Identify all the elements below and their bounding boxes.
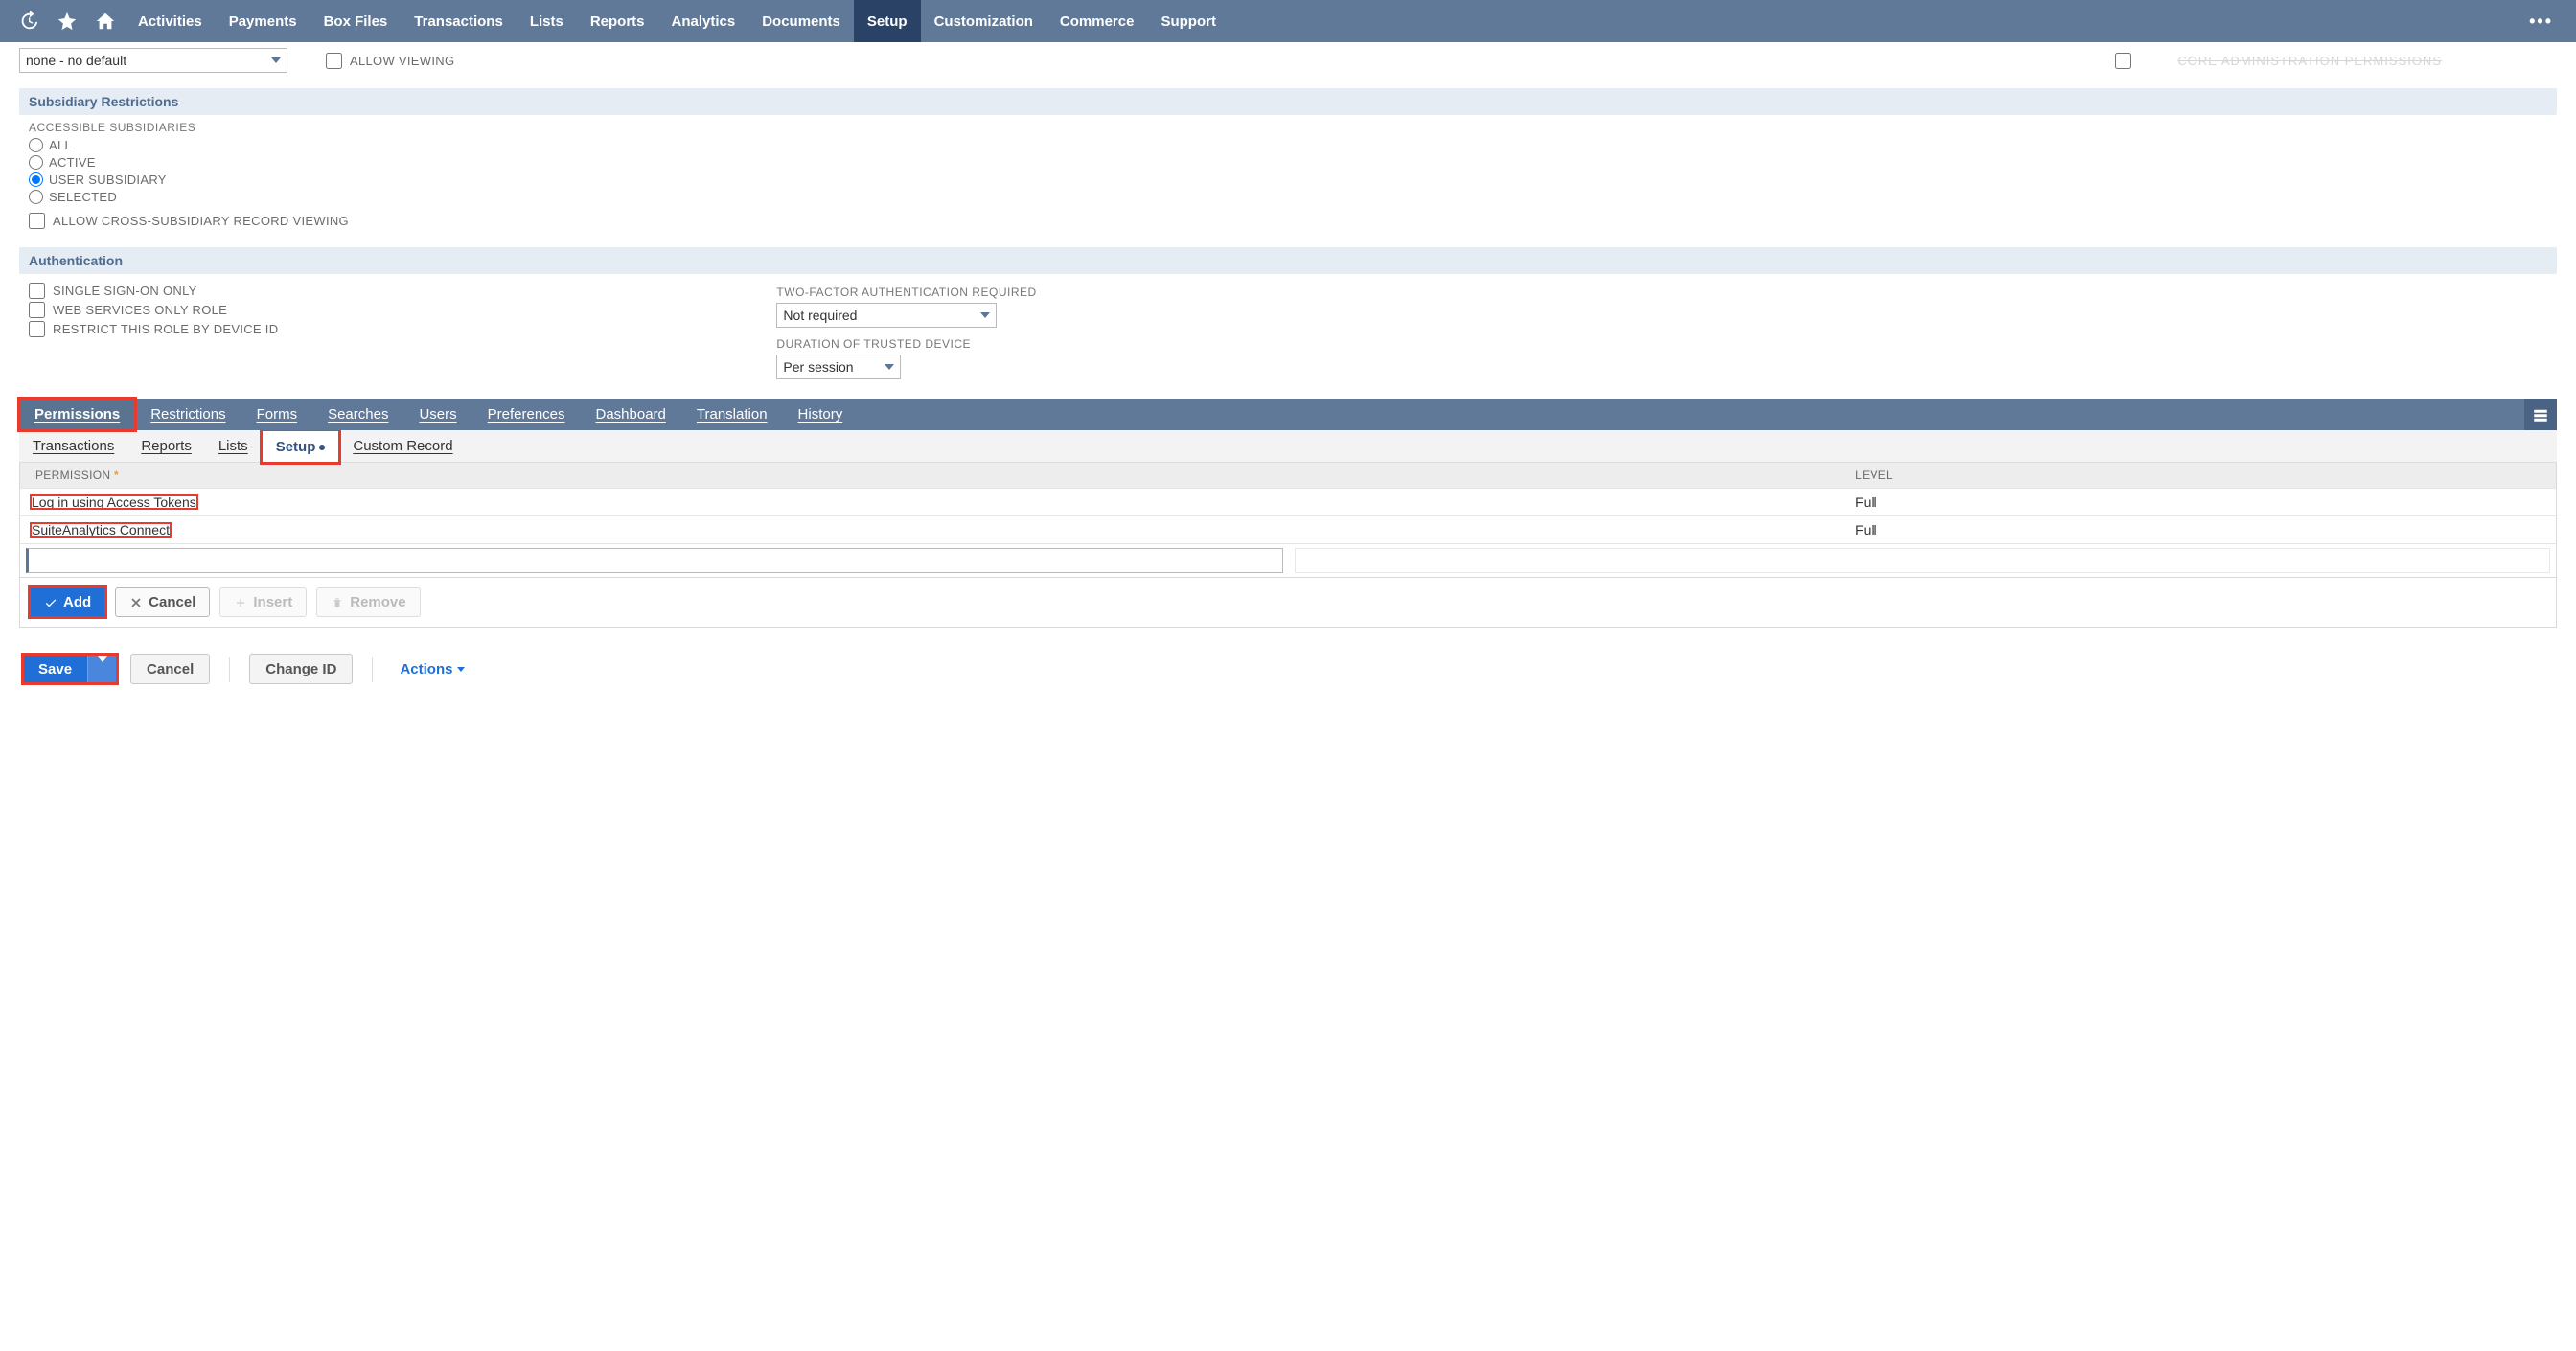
tab-permissions[interactable]: Permissions: [19, 399, 135, 430]
page-footer: Save Cancel Change ID Actions: [19, 654, 2557, 684]
save-button-group: Save: [23, 655, 117, 683]
col-permission: PERMISSION: [35, 469, 110, 482]
section-authentication: Authentication: [19, 247, 2557, 274]
level-input[interactable]: [1295, 548, 2550, 573]
save-button[interactable]: Save: [23, 655, 87, 683]
cross-subsidiary-checkbox[interactable]: ALLOW CROSS-SUBSIDIARY RECORD VIEWING: [29, 213, 349, 229]
chevron-down-icon: [980, 312, 990, 318]
subtab-setup[interactable]: Setup: [262, 430, 340, 463]
edited-dot-icon: [319, 445, 325, 450]
col-level: LEVEL: [1846, 463, 2556, 488]
webservices-only-checkbox[interactable]: WEB SERVICES ONLY ROLE: [29, 302, 278, 318]
tab-layout-toggle[interactable]: [2524, 399, 2557, 430]
sso-only-checkbox[interactable]: SINGLE SIGN-ON ONLY: [29, 283, 278, 299]
tfa-select[interactable]: Not required: [776, 303, 997, 328]
perm-level: Full: [1846, 516, 2556, 543]
tab-searches[interactable]: Searches: [312, 399, 403, 430]
permission-subtabs: Transactions Reports Lists Setup Custom …: [19, 430, 2557, 463]
nav-box-files[interactable]: Box Files: [310, 0, 402, 42]
table-row[interactable]: SuiteAnalytics Connect Full: [20, 515, 2556, 543]
accessible-subsidiaries-label: ACCESSIBLE SUBSIDIARIES: [29, 121, 2557, 134]
chevron-down-icon: [457, 667, 465, 672]
chevron-down-icon: [271, 57, 281, 63]
nav-more-icon[interactable]: •••: [2516, 11, 2566, 32]
table-actions: Add Cancel Insert Remove: [19, 578, 2557, 628]
chevron-down-icon: [885, 364, 894, 370]
save-dropdown[interactable]: [87, 655, 117, 683]
nav-documents[interactable]: Documents: [748, 0, 854, 42]
duration-select[interactable]: Per session: [776, 355, 901, 379]
subsidiary-radios: ALL ACTIVE USER SUBSIDIARY SELECTED: [29, 138, 2557, 204]
table-header: PERMISSION * LEVEL: [20, 463, 2556, 488]
tab-users[interactable]: Users: [403, 399, 472, 430]
permission-input[interactable]: [26, 548, 1283, 573]
default-select[interactable]: none - no default: [19, 48, 288, 73]
star-icon[interactable]: [48, 0, 86, 42]
nav-lists[interactable]: Lists: [517, 0, 577, 42]
nav-setup[interactable]: Setup: [854, 0, 921, 42]
insert-button: Insert: [219, 587, 307, 617]
radio-all[interactable]: ALL: [29, 138, 2557, 152]
section-subsidiary: Subsidiary Restrictions: [19, 88, 2557, 115]
change-id-button[interactable]: Change ID: [249, 654, 353, 684]
nav-payments[interactable]: Payments: [216, 0, 310, 42]
nav-activities[interactable]: Activities: [125, 0, 216, 42]
perm-name: Log in using Access Tokens: [30, 494, 198, 510]
nav-analytics[interactable]: Analytics: [658, 0, 749, 42]
nav-customization[interactable]: Customization: [921, 0, 1046, 42]
table-row[interactable]: Log in using Access Tokens Full: [20, 488, 2556, 515]
nav-support[interactable]: Support: [1147, 0, 1230, 42]
tab-preferences[interactable]: Preferences: [472, 399, 581, 430]
core-admin-label: CORE ADMINISTRATION PERMISSIONS: [2177, 54, 2442, 68]
subtab-custom-record[interactable]: Custom Record: [339, 430, 466, 462]
subtab-bar: Permissions Restrictions Forms Searches …: [19, 399, 2557, 430]
core-admin-input[interactable]: [2115, 53, 2131, 69]
cancel-row-button[interactable]: Cancel: [115, 587, 210, 617]
top-nav: Activities Payments Box Files Transactio…: [0, 0, 2576, 42]
divider: [372, 657, 373, 682]
allow-viewing-label: ALLOW VIEWING: [350, 54, 454, 68]
duration-value: Per session: [783, 359, 853, 375]
tfa-label: TWO-FACTOR AUTHENTICATION REQUIRED: [776, 286, 1036, 299]
subtab-lists[interactable]: Lists: [205, 430, 262, 462]
chevron-down-icon: [98, 656, 107, 676]
divider: [229, 657, 230, 682]
subtab-reports[interactable]: Reports: [127, 430, 205, 462]
nav-transactions[interactable]: Transactions: [401, 0, 517, 42]
tfa-value: Not required: [783, 308, 857, 323]
tab-dashboard[interactable]: Dashboard: [581, 399, 681, 430]
perm-name: SuiteAnalytics Connect: [30, 522, 172, 538]
duration-label: DURATION OF TRUSTED DEVICE: [776, 337, 1036, 351]
subtab-transactions[interactable]: Transactions: [19, 430, 127, 462]
default-select-value: none - no default: [26, 53, 126, 68]
add-button[interactable]: Add: [30, 587, 105, 617]
radio-user-subsidiary[interactable]: USER SUBSIDIARY: [29, 172, 2557, 187]
cross-subsidiary-label: ALLOW CROSS-SUBSIDIARY RECORD VIEWING: [53, 214, 349, 228]
allow-viewing-checkbox[interactable]: ALLOW VIEWING: [326, 53, 454, 69]
permissions-table: PERMISSION * LEVEL Log in using Access T…: [19, 463, 2557, 578]
allow-viewing-input[interactable]: [326, 53, 342, 69]
tab-restrictions[interactable]: Restrictions: [135, 399, 241, 430]
perm-level: Full: [1846, 489, 2556, 515]
cancel-button[interactable]: Cancel: [130, 654, 210, 684]
restrict-device-checkbox[interactable]: RESTRICT THIS ROLE BY DEVICE ID: [29, 321, 278, 337]
core-admin-checkbox[interactable]: CORE ADMINISTRATION PERMISSIONS: [2115, 53, 2442, 69]
table-input-row: [20, 543, 2556, 577]
nav-commerce[interactable]: Commerce: [1046, 0, 1148, 42]
tab-history[interactable]: History: [783, 399, 859, 430]
actions-menu[interactable]: Actions: [392, 655, 472, 683]
cross-subsidiary-input[interactable]: [29, 213, 45, 229]
radio-active[interactable]: ACTIVE: [29, 155, 2557, 170]
nav-reports[interactable]: Reports: [577, 0, 658, 42]
tab-translation[interactable]: Translation: [681, 399, 783, 430]
remove-button: Remove: [316, 587, 420, 617]
home-icon[interactable]: [86, 0, 125, 42]
tab-forms[interactable]: Forms: [242, 399, 313, 430]
radio-selected[interactable]: SELECTED: [29, 190, 2557, 204]
required-icon: *: [110, 469, 119, 482]
recent-icon[interactable]: [10, 0, 48, 42]
